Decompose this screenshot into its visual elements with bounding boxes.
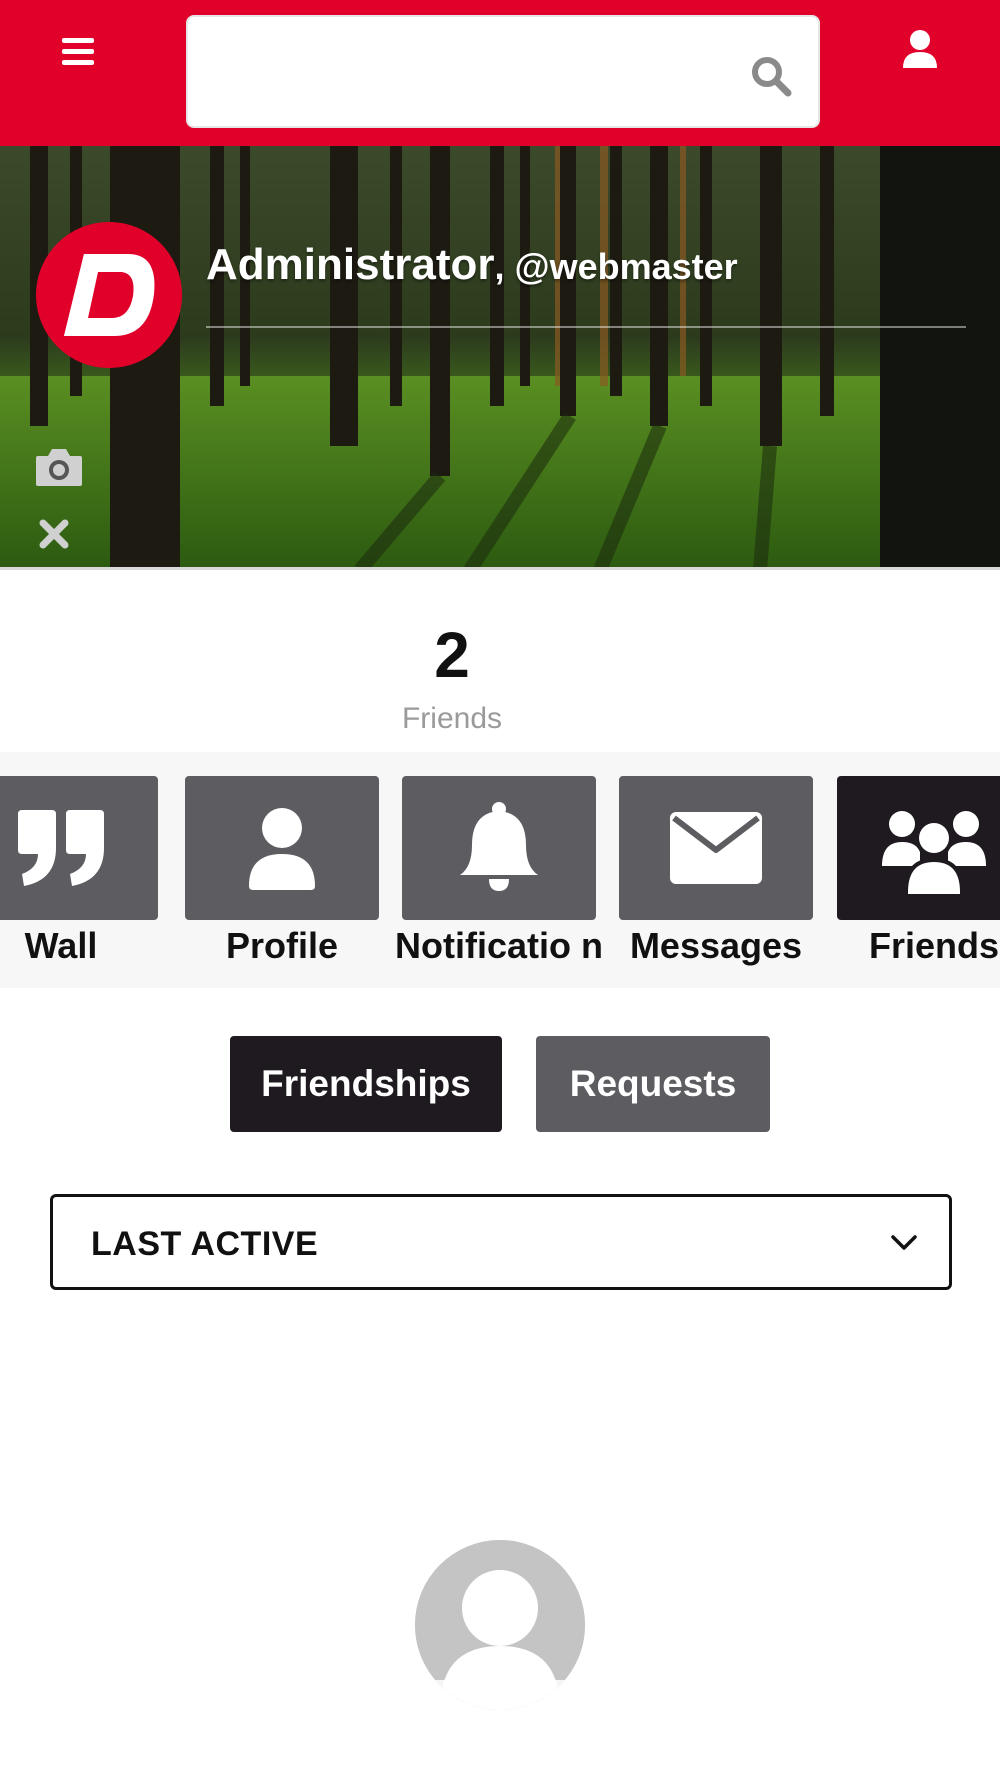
friends-count-label: Friends: [401, 702, 503, 735]
nav-tile-wall[interactable]: [0, 776, 158, 920]
profile-cover: D Administrator, @webmaster: [0, 146, 1000, 570]
search-box[interactable]: [186, 15, 820, 128]
chevron-down-icon: [891, 1235, 917, 1250]
brand-logo: [36, 222, 182, 368]
profile-nav: Wall Profile Notificatio ns Messages: [0, 752, 1000, 988]
avatar[interactable]: D: [36, 222, 182, 368]
camera-icon[interactable]: [34, 446, 84, 488]
friends-count: 2: [434, 619, 470, 691]
nav-label-profile[interactable]: Profile: [177, 926, 387, 966]
default-avatar-icon: [415, 1540, 585, 1710]
profile-display-name: Administrator, @webmaster: [206, 240, 738, 290]
sort-selected-value: LAST ACTIVE: [91, 1225, 319, 1263]
search-icon[interactable]: [750, 55, 792, 97]
close-icon[interactable]: [38, 518, 70, 550]
tab-friendships[interactable]: Friendships: [230, 1036, 502, 1132]
users-icon: [882, 811, 986, 896]
tab-requests[interactable]: Requests: [536, 1036, 770, 1132]
nav-label-notifications[interactable]: Notificatio ns: [394, 926, 604, 970]
friend-avatar[interactable]: [415, 1540, 585, 1710]
search-input[interactable]: [206, 37, 726, 107]
profile-handle: , @webmaster: [494, 246, 738, 287]
cover-photo: [0, 146, 1000, 567]
nav-tile-notifications[interactable]: [402, 776, 596, 920]
top-bar: [0, 0, 1000, 146]
nav-tile-profile[interactable]: [185, 776, 379, 920]
sort-select[interactable]: LAST ACTIVE: [50, 1194, 952, 1290]
profile-name: Administrator: [206, 240, 495, 289]
quote-icon: [18, 810, 104, 886]
hamburger-menu-icon[interactable]: [58, 34, 102, 74]
nav-tile-friends[interactable]: [837, 776, 1000, 920]
user-icon: [249, 808, 315, 890]
nav-label-friends[interactable]: Friends: [829, 926, 1000, 966]
envelope-icon: [670, 812, 762, 884]
bell-icon: [460, 802, 538, 891]
nav-tile-messages[interactable]: [619, 776, 813, 920]
nav-label-messages[interactable]: Messages: [611, 926, 821, 966]
cover-divider: [206, 326, 966, 328]
user-icon[interactable]: [900, 28, 940, 72]
nav-label-wall[interactable]: Wall: [0, 926, 166, 966]
